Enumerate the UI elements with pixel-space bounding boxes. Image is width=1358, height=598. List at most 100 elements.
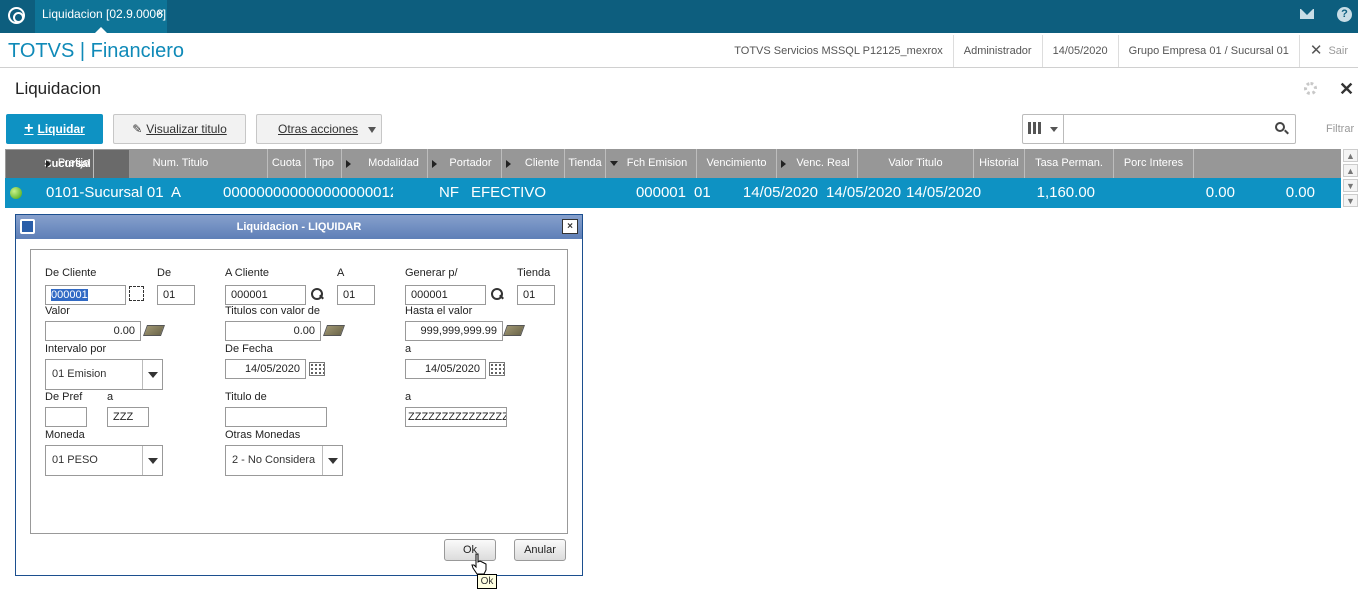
dialog-close-button[interactable]: × — [562, 219, 578, 234]
cell-prefijo: A — [171, 184, 182, 201]
col-valor-titulo[interactable]: Valor Titulo — [858, 149, 974, 178]
search-box[interactable] — [1022, 114, 1296, 144]
cell-portador — [553, 178, 627, 208]
filtrar-link[interactable]: Filtrar — [1326, 123, 1354, 135]
de-tienda-input[interactable]: 01 — [157, 285, 195, 305]
moneda-select[interactable]: 01 PESO — [45, 445, 163, 476]
plus-icon: + — [24, 120, 34, 137]
de-fecha-label: De Fecha — [225, 343, 273, 355]
col-modalidad[interactable]: Modalidad — [342, 149, 428, 178]
col-portador[interactable]: Portador — [428, 149, 502, 178]
dialog-panel: De Cliente 000001 De 01 A Cliente 000001… — [30, 249, 568, 534]
a-fecha-input[interactable]: 14/05/2020 — [405, 359, 486, 379]
col-tienda[interactable]: Tienda — [565, 149, 606, 178]
titulo-de-input[interactable] — [225, 407, 327, 427]
money-icon[interactable] — [142, 325, 166, 336]
cell-valor-titulo: 1,160.00 — [1036, 184, 1095, 201]
search-icon[interactable] — [1275, 122, 1285, 132]
totvs-logo-icon[interactable] — [8, 7, 25, 24]
grid-header: Sucursal Prefijo Num. Titulo Cuota Tipo … — [5, 149, 1341, 180]
cell-vencimiento: 14/05/2020 — [826, 184, 902, 201]
scroll-down-icon[interactable]: ▼ — [1343, 194, 1358, 207]
scroll-up-icon[interactable]: ▲ — [1343, 149, 1358, 162]
chevron-down-icon — [142, 360, 162, 389]
intervalo-label: Intervalo por — [45, 343, 107, 355]
calendar-icon[interactable] — [489, 362, 505, 376]
col-num-titulo[interactable]: Num. Titulo — [94, 149, 268, 178]
col-historial[interactable]: Historial — [974, 149, 1025, 178]
cell-porc-interes: 0.00 — [1285, 184, 1315, 201]
titulos-input[interactable]: 0.00 — [225, 321, 321, 341]
generar-input[interactable]: 000001 — [405, 285, 486, 305]
search-icon[interactable] — [310, 287, 324, 301]
money-icon[interactable] — [322, 325, 346, 336]
tab-close-icon[interactable]: × — [157, 6, 164, 20]
col-vencimiento[interactable]: Vencimiento — [697, 149, 777, 178]
de-fecha-input[interactable]: 14/05/2020 — [225, 359, 306, 379]
search-input[interactable] — [1067, 118, 1267, 140]
intervalo-select[interactable]: 01 Emision — [45, 359, 163, 390]
liquidar-button[interactable]: + Liquidar — [6, 114, 103, 144]
sort-desc-icon — [610, 161, 618, 166]
valor-input[interactable]: 0.00 — [45, 321, 141, 341]
cell-cuota — [393, 178, 431, 208]
titulo-de-label: Titulo de — [225, 391, 267, 403]
a-cliente-input[interactable]: 000001 — [225, 285, 306, 305]
sort-icon — [46, 160, 51, 168]
de-cliente-input[interactable]: 000001 — [45, 285, 126, 305]
a-pref-input[interactable]: ZZZ — [107, 407, 149, 427]
cell-historial — [1099, 178, 1150, 208]
ok-button[interactable]: Ok — [444, 539, 496, 561]
col-venc-real[interactable]: Venc. Real — [777, 149, 858, 178]
de-pref-input[interactable] — [45, 407, 87, 427]
cell-cliente: 000001 — [635, 184, 686, 201]
chevron-down-icon — [142, 446, 162, 475]
col-prefijo[interactable]: Prefijo — [42, 149, 94, 178]
hand-cursor-icon — [471, 553, 487, 575]
col-cliente[interactable]: Cliente — [502, 149, 565, 178]
mail-icon[interactable] — [1300, 9, 1314, 19]
app-info: TOTVS Servicios MSSQL P12125_mexrox Admi… — [724, 35, 1358, 67]
a-titulo-input[interactable]: ZZZZZZZZZZZZZZZZ — [405, 407, 507, 427]
gear-icon[interactable] — [1304, 82, 1317, 95]
close-page-icon[interactable]: ✕ — [1339, 79, 1354, 100]
tab-liquidacion[interactable]: Liquidacion [02.9.0006] × — [35, 0, 167, 33]
ok-tooltip: Ok — [477, 574, 497, 589]
dialog-titlebar[interactable]: Liquidacion - LIQUIDAR × — [16, 215, 582, 239]
search-icon[interactable] — [490, 287, 504, 301]
col-tasa-perman[interactable]: Tasa Perman. — [1025, 149, 1114, 178]
cell-tasa-perman: 0.00 — [1205, 184, 1235, 201]
scroll-up-icon[interactable]: ▲ — [1343, 164, 1358, 177]
col-fch-emision[interactable]: Fch Emision — [606, 149, 697, 178]
col-cuota[interactable]: Cuota — [268, 149, 306, 178]
lookup-icon[interactable] — [129, 286, 144, 301]
app-title: TOTVS | Financiero — [8, 40, 184, 62]
grid-scrollbar[interactable]: ▲ ▲ ▼ ▼ — [1343, 149, 1358, 211]
hasta-label: Hasta el valor — [405, 305, 473, 317]
otras-monedas-select[interactable]: 2 - No Considera — [225, 445, 343, 476]
scroll-down-icon[interactable]: ▼ — [1343, 179, 1358, 192]
columns-icon[interactable] — [1028, 122, 1058, 137]
de-cliente-label: De Cliente — [45, 267, 97, 279]
de-pref-label: De Pref — [45, 391, 83, 403]
pencil-icon: ✎ — [132, 122, 143, 136]
a-pref-label: a — [107, 391, 114, 403]
tienda-input[interactable]: 01 — [517, 285, 555, 305]
col-porc-interes[interactable]: Porc Interes — [1114, 149, 1194, 178]
visualizar-titulo-button[interactable]: ✎ Visualizar titulo — [113, 114, 246, 144]
help-icon[interactable]: ? — [1337, 7, 1352, 22]
company-info[interactable]: Grupo Empresa 01 / Sucursal 01 — [1117, 35, 1299, 67]
a-tienda-input[interactable]: 01 — [337, 285, 375, 305]
money-icon[interactable] — [502, 325, 526, 336]
generar-label: Generar p/ — [405, 267, 458, 279]
cell-tipo: NF — [439, 184, 459, 201]
calendar-icon[interactable] — [309, 362, 325, 376]
table-row[interactable]: 0101-Sucursal 01 A 000000000000000000012… — [5, 178, 1341, 208]
hasta-input[interactable]: 999,999,999.99 — [405, 321, 503, 341]
otras-acciones-button[interactable]: Otras acciones — [256, 114, 382, 144]
col-tipo[interactable]: Tipo — [306, 149, 342, 178]
sort-icon — [781, 160, 786, 168]
exit-button[interactable]: ✕ Sair — [1298, 35, 1358, 67]
date-info: 14/05/2020 — [1041, 35, 1118, 67]
anular-button[interactable]: Anular — [514, 539, 566, 561]
